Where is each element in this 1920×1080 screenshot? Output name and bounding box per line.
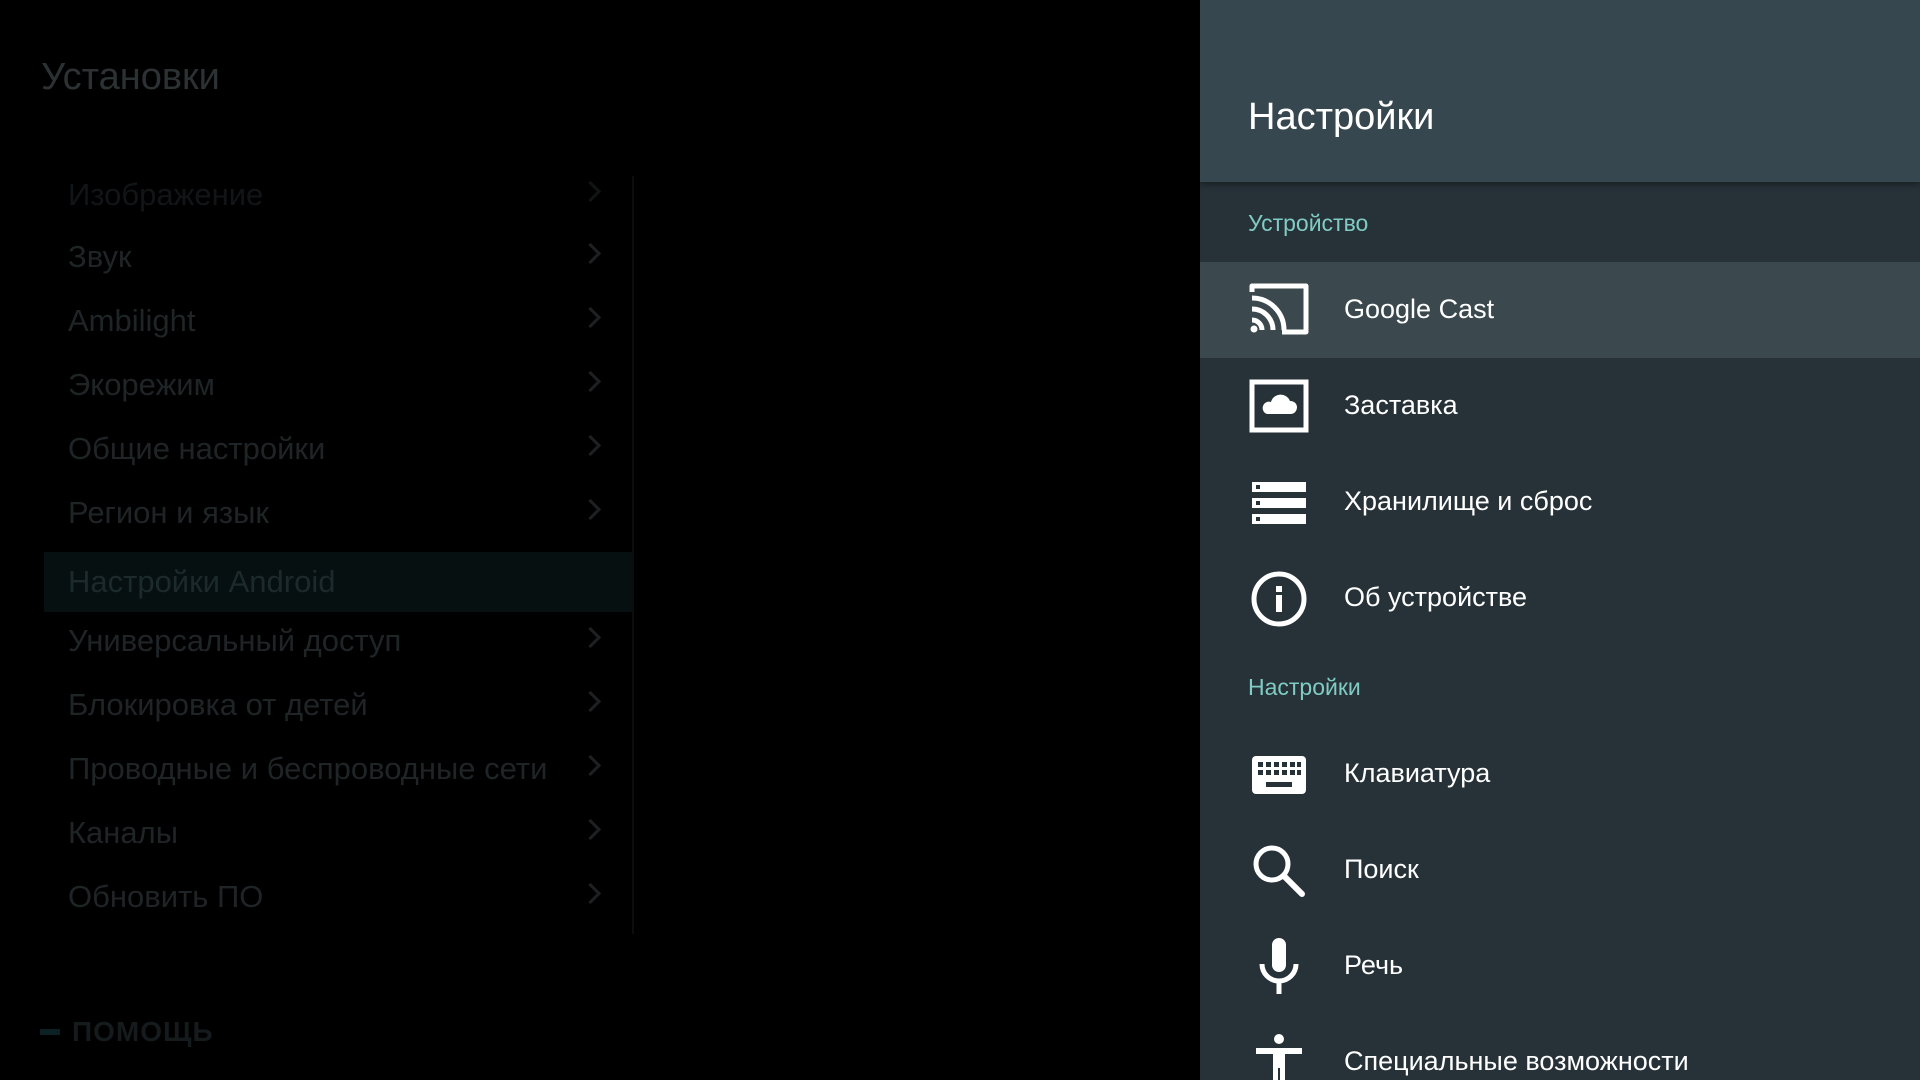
chevron-right-icon — [579, 370, 602, 393]
chevron-right-icon — [579, 180, 602, 203]
screen: Установки Изображение Звук Ambilight Эко… — [0, 0, 1920, 1080]
chevron-right-icon — [579, 306, 602, 329]
menu-item-label: Регион и язык — [68, 495, 269, 530]
settings-drawer: Настройки Устройство Google Cast Заставк… — [1200, 0, 1920, 1080]
menu-item-label: Звук — [68, 239, 132, 274]
section-header-settings: Настройки — [1248, 674, 1361, 700]
menu-item-general-settings[interactable]: Общие настройки — [44, 418, 632, 480]
storage-icon — [1248, 472, 1310, 534]
chevron-right-icon — [579, 434, 602, 457]
drawer-item-screensaver[interactable]: Заставка — [1200, 358, 1920, 454]
accessibility-icon — [1248, 1032, 1310, 1080]
menu-item-ambilight[interactable]: Ambilight — [44, 290, 632, 352]
drawer-item-label: Об устройстве — [1344, 582, 1528, 612]
menu-item-label: Общие настройки — [68, 431, 326, 466]
menu-item-label: Блокировка от детей — [68, 687, 368, 722]
left-settings-panel: Установки Изображение Звук Ambilight Эко… — [0, 0, 1200, 1080]
menu-item-label: Экорежим — [68, 367, 215, 402]
menu-item-label: Проводные и беспроводные сети — [68, 751, 548, 786]
chevron-right-icon — [579, 626, 602, 649]
help-color-key-icon — [40, 1029, 60, 1035]
screensaver-icon — [1248, 376, 1310, 438]
menu-item-networks[interactable]: Проводные и беспроводные сети — [44, 738, 632, 800]
chevron-right-icon — [579, 498, 602, 521]
drawer-item-accessibility[interactable]: Специальные возможности — [1200, 1014, 1920, 1080]
menu-item-label: Универсальный доступ — [68, 623, 402, 658]
left-menu-list: Изображение Звук Ambilight Экорежим Общи… — [44, 176, 634, 934]
drawer-item-google-cast[interactable]: Google Cast — [1200, 262, 1920, 358]
chevron-right-icon — [579, 818, 602, 841]
menu-item-software-update[interactable]: Обновить ПО — [44, 866, 632, 928]
help-button[interactable]: ПОМОЩЬ — [40, 1016, 214, 1048]
drawer-item-storage-reset[interactable]: Хранилище и сброс — [1200, 454, 1920, 550]
drawer-item-label: Речь — [1344, 950, 1404, 980]
help-label: ПОМОЩЬ — [72, 1016, 214, 1047]
drawer-item-keyboard[interactable]: Клавиатура — [1200, 726, 1920, 822]
search-icon — [1248, 840, 1310, 902]
info-icon — [1248, 568, 1310, 630]
drawer-title: Настройки — [1248, 96, 1435, 138]
drawer-item-label: Специальные возможности — [1344, 1046, 1689, 1076]
keyboard-icon — [1248, 744, 1310, 806]
menu-item-sound[interactable]: Звук — [44, 226, 632, 288]
chevron-right-icon — [579, 242, 602, 265]
drawer-item-label: Google Cast — [1344, 294, 1495, 324]
cast-icon — [1248, 280, 1310, 342]
menu-item-label: Обновить ПО — [68, 879, 264, 914]
menu-item-label: Ambilight — [68, 303, 196, 338]
left-panel-title: Установки — [41, 56, 220, 98]
chevron-right-icon — [579, 882, 602, 905]
menu-item-child-lock[interactable]: Блокировка от детей — [44, 674, 632, 736]
drawer-item-label: Заставка — [1344, 390, 1458, 420]
menu-item-label: Настройки Android — [68, 564, 336, 599]
chevron-right-icon — [579, 690, 602, 713]
menu-item-android-settings[interactable]: Настройки Android — [44, 552, 632, 612]
menu-item-label: Каналы — [68, 815, 179, 850]
menu-item-universal-access[interactable]: Универсальный доступ — [44, 610, 632, 672]
drawer-item-speech[interactable]: Речь — [1200, 918, 1920, 1014]
drawer-item-label: Клавиатура — [1344, 758, 1491, 788]
menu-item-label: Изображение — [68, 177, 264, 212]
menu-item-eco-mode[interactable]: Экорежим — [44, 354, 632, 416]
menu-item-channels[interactable]: Каналы — [44, 802, 632, 864]
drawer-item-search[interactable]: Поиск — [1200, 822, 1920, 918]
chevron-right-icon — [579, 754, 602, 777]
menu-item-picture[interactable]: Изображение — [44, 164, 632, 226]
drawer-header: Настройки — [1200, 0, 1920, 182]
drawer-item-label: Поиск — [1344, 854, 1419, 884]
section-header-device: Устройство — [1248, 210, 1369, 236]
drawer-item-about-device[interactable]: Об устройстве — [1200, 550, 1920, 646]
drawer-item-label: Хранилище и сброс — [1344, 486, 1593, 516]
menu-item-region-language[interactable]: Регион и язык — [44, 482, 632, 544]
microphone-icon — [1248, 936, 1310, 998]
